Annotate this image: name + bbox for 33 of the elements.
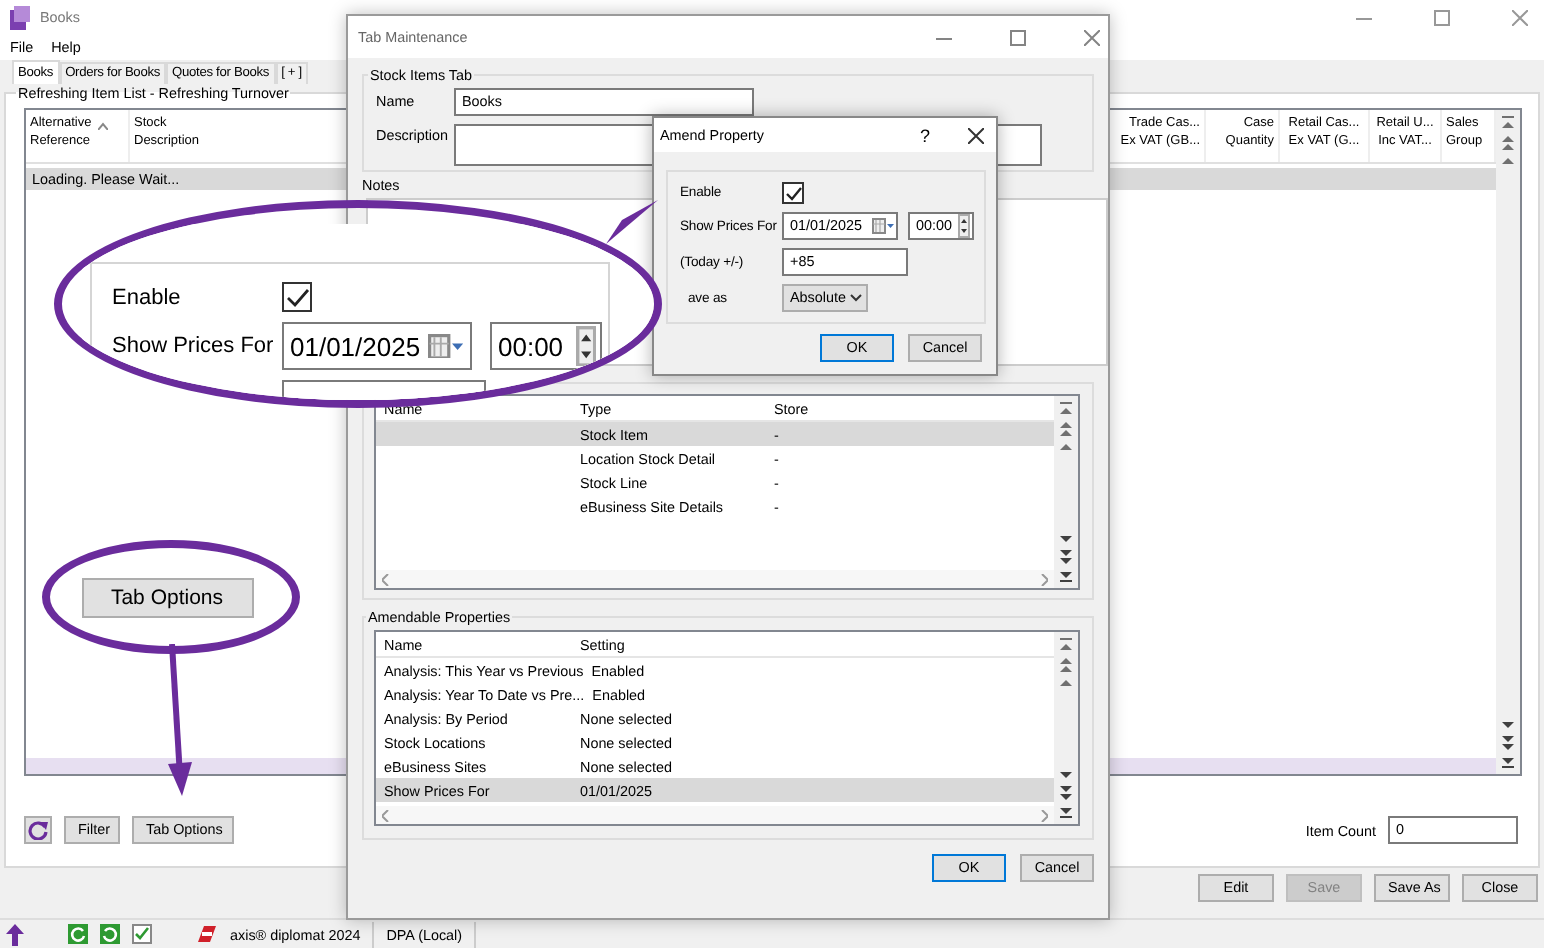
scroll-down-icon[interactable] (1498, 716, 1518, 770)
maximize-icon[interactable] (1010, 29, 1026, 45)
date-field: 01/01/2025 (282, 322, 472, 370)
scroll-up-icon[interactable] (1498, 114, 1518, 168)
sync-icon[interactable] (100, 924, 120, 944)
enable-label: Enable (112, 285, 183, 309)
scroll-left-icon[interactable] (382, 573, 390, 585)
checklist-icon[interactable] (132, 924, 152, 944)
scroll-down-icon[interactable] (1056, 766, 1076, 820)
spinner-icon[interactable] (575, 325, 596, 367)
close-icon[interactable] (968, 127, 984, 143)
time-field: 00:00 (490, 322, 602, 370)
scroll-right-icon[interactable] (1040, 809, 1048, 821)
help-button[interactable]: ? (919, 125, 930, 145)
scroll-up-icon[interactable] (1056, 400, 1076, 454)
scroll-right-icon[interactable] (1040, 573, 1048, 585)
scroll-up-icon[interactable] (1056, 636, 1076, 690)
spinner-icon[interactable] (958, 214, 970, 238)
logo-icon (196, 924, 218, 944)
enable-checkbox[interactable] (782, 182, 804, 204)
app-icon (8, 5, 30, 29)
chevron-down-icon (850, 294, 862, 302)
refresh-button[interactable] (24, 816, 52, 844)
refresh-icon (28, 820, 48, 840)
tab-options-button[interactable]: Tab Options (81, 577, 253, 617)
maximize-icon[interactable] (1434, 9, 1450, 25)
calendar-icon[interactable] (428, 333, 464, 359)
scroll-left-icon[interactable] (382, 809, 390, 821)
sync-icon[interactable] (68, 924, 88, 944)
upload-arrow-icon[interactable] (6, 923, 24, 945)
calendar-icon[interactable] (872, 218, 894, 234)
scroll-down-icon[interactable] (1056, 530, 1076, 584)
show-prices-label: Show Prices For (112, 334, 276, 358)
